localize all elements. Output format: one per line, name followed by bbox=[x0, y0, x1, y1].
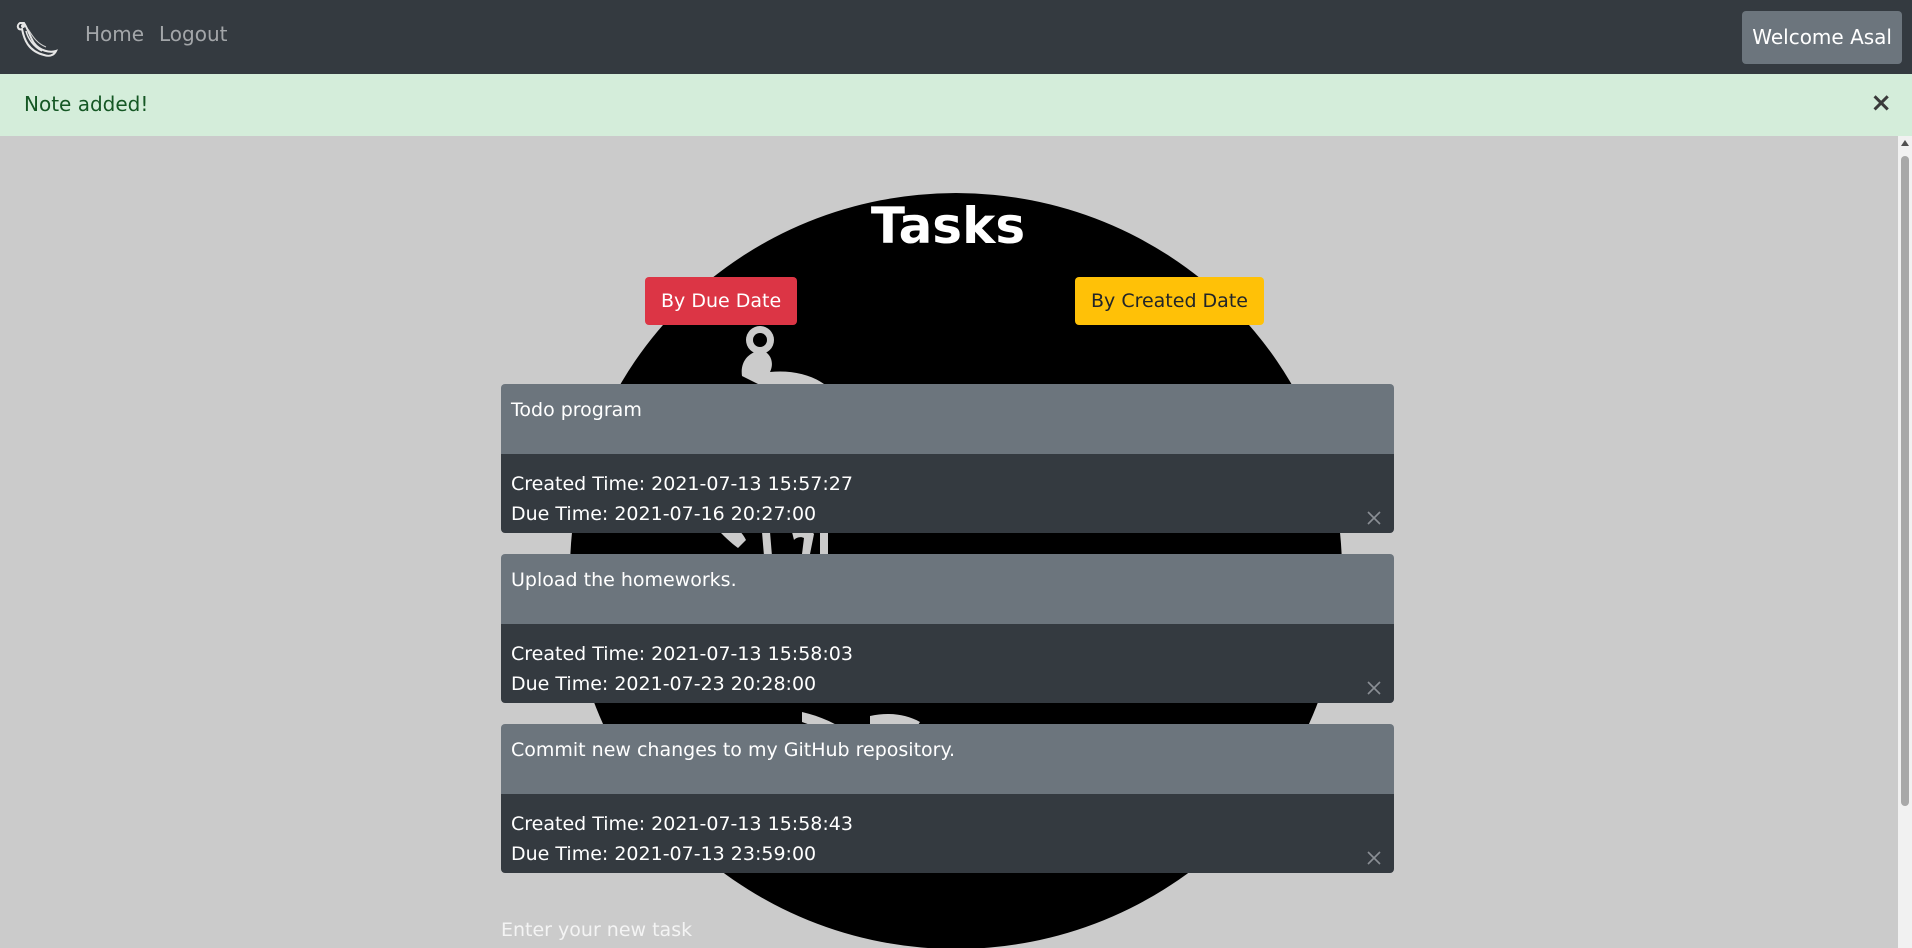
delete-task-icon[interactable] bbox=[1366, 505, 1382, 525]
success-alert: Note added! × bbox=[0, 74, 1912, 136]
welcome-user-button[interactable]: Welcome Asal bbox=[1742, 11, 1902, 64]
task-due-time: Due Time: 2021-07-23 20:28:00 bbox=[511, 673, 817, 695]
task-card: Commit new changes to my GitHub reposito… bbox=[501, 724, 1394, 873]
task-details: Created Time: 2021-07-13 15:58:03 Due Ti… bbox=[501, 624, 1394, 703]
sort-by-due-date-button[interactable]: By Due Date bbox=[645, 277, 798, 325]
task-created-time: Created Time: 2021-07-13 15:58:43 bbox=[511, 813, 853, 835]
delete-task-icon[interactable] bbox=[1366, 845, 1382, 865]
sort-by-created-date-button[interactable]: By Created Date bbox=[1075, 277, 1264, 325]
scroll-up-arrow-icon[interactable] bbox=[1901, 140, 1909, 146]
task-created-time: Created Time: 2021-07-13 15:58:03 bbox=[511, 643, 853, 665]
task-list: Todo program Created Time: 2021-07-13 15… bbox=[501, 384, 1394, 894]
task-title: Upload the homeworks. bbox=[501, 554, 1394, 624]
task-due-time: Due Time: 2021-07-16 20:27:00 bbox=[511, 503, 817, 525]
task-details: Created Time: 2021-07-13 15:58:43 Due Ti… bbox=[501, 794, 1394, 873]
close-icon[interactable]: × bbox=[1870, 90, 1892, 116]
task-created-time: Created Time: 2021-07-13 15:57:27 bbox=[511, 473, 853, 495]
navbar: Home Logout Welcome Asal bbox=[0, 0, 1912, 74]
page-scrollbar[interactable] bbox=[1898, 136, 1912, 948]
task-card: Todo program Created Time: 2021-07-13 15… bbox=[501, 384, 1394, 533]
delete-task-icon[interactable] bbox=[1366, 675, 1382, 695]
task-details: Created Time: 2021-07-13 15:57:27 Due Ti… bbox=[501, 454, 1394, 533]
new-task-input[interactable] bbox=[501, 913, 1394, 947]
task-card: Upload the homeworks. Created Time: 2021… bbox=[501, 554, 1394, 703]
page-title: Tasks bbox=[870, 197, 1026, 255]
task-title: Todo program bbox=[501, 384, 1394, 454]
flask-logo-icon[interactable] bbox=[14, 17, 58, 59]
nav-home-link[interactable]: Home bbox=[85, 22, 144, 46]
task-due-time: Due Time: 2021-07-13 23:59:00 bbox=[511, 843, 817, 865]
alert-message: Note added! bbox=[24, 92, 149, 116]
task-title: Commit new changes to my GitHub reposito… bbox=[501, 724, 1394, 794]
nav-logout-link[interactable]: Logout bbox=[159, 22, 227, 46]
scrollbar-thumb[interactable] bbox=[1901, 156, 1909, 806]
